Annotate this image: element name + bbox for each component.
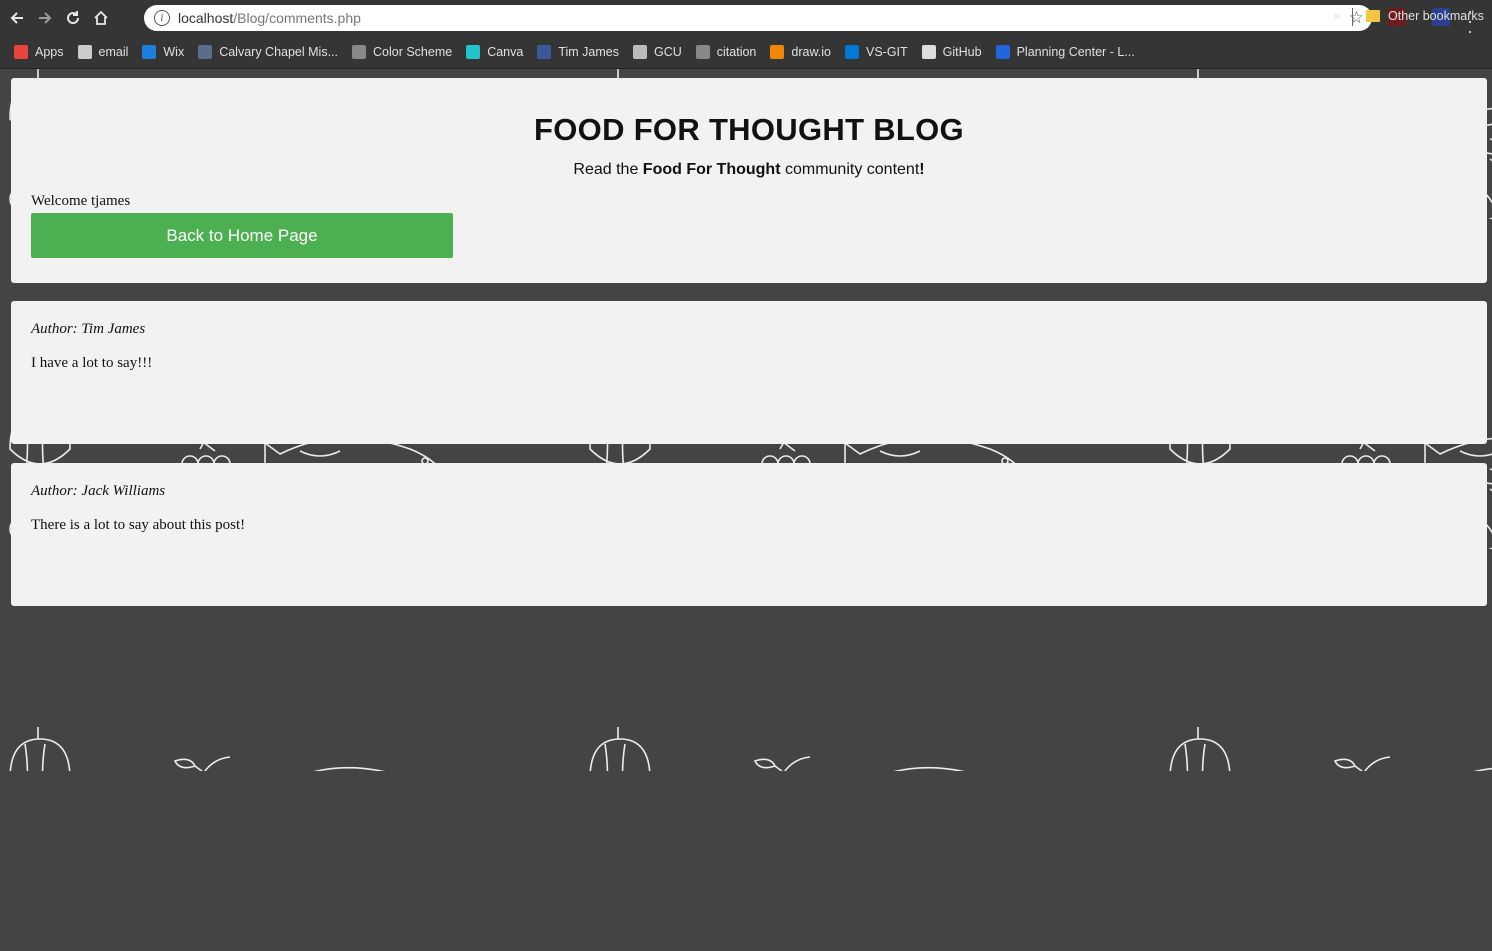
bookmark-item[interactable]: Planning Center - L... — [995, 45, 1135, 59]
other-bookmarks[interactable]: Other bookmarks — [1366, 0, 1484, 32]
comment-card: Author: Tim James I have a lot to say!!! — [11, 301, 1487, 444]
bookmark-item[interactable]: Canva — [466, 45, 523, 59]
bookmark-item[interactable]: VS-GIT — [845, 45, 908, 59]
bookmark-item[interactable]: GitHub — [921, 45, 982, 59]
page-subtitle: Read the Food For Thought community cont… — [573, 161, 925, 178]
more-bookmarks-icon[interactable]: » — [1333, 8, 1340, 23]
bookmark-label: GitHub — [942, 45, 982, 59]
bookmark-favicon-icon — [995, 45, 1010, 59]
bookmark-item[interactable]: GCU — [633, 45, 682, 59]
bookmark-item[interactable]: citation — [695, 45, 757, 59]
bookmarks-bar: Apps email Wix Calvary Chapel Mis... Color S… — [0, 36, 1492, 69]
comment-card: Author: Jack Williams There is a lot to … — [11, 463, 1487, 606]
bookmark-item[interactable]: Calvary Chapel Mis... — [198, 45, 338, 59]
bookmark-label: Wix — [163, 45, 185, 59]
bookmark-favicon-icon — [77, 45, 92, 59]
welcome-message: Welcome tjames — [31, 193, 131, 209]
bookmark-label: Planning Center - L... — [1016, 45, 1135, 59]
other-bookmarks-label: Other bookmarks — [1388, 9, 1484, 23]
bookmark-item[interactable]: Tim James — [537, 45, 619, 59]
page-title: FOOD FOR THOUGHT BLOG — [534, 112, 964, 147]
bookmark-favicon-icon — [537, 45, 552, 59]
bookmark-label: Color Scheme — [373, 45, 453, 59]
page-content: FOOD FOR THOUGHT BLOG Read the Food For … — [0, 69, 1492, 951]
bookmarks-divider — [1352, 8, 1353, 26]
info-icon[interactable]: i — [154, 10, 170, 26]
header-panel: FOOD FOR THOUGHT BLOG Read the Food For … — [11, 78, 1487, 283]
bookmark-label: Canva — [487, 45, 524, 59]
folder-icon — [1366, 10, 1380, 22]
bookmark-favicon-icon — [770, 45, 785, 59]
bookmark-label: Calvary Chapel Mis... — [219, 45, 338, 59]
bookmark-favicon-icon — [14, 45, 28, 59]
reload-icon[interactable] — [62, 7, 84, 29]
comment-text: There is a lot to say about this post! — [31, 517, 246, 533]
bookmark-label: VS-GIT — [866, 45, 908, 59]
comment-author: Author: Jack Williams — [31, 483, 166, 499]
bookmark-label: Apps — [35, 45, 64, 59]
bookmark-favicon-icon — [845, 45, 859, 59]
bookmark-favicon-icon — [921, 45, 936, 59]
back-to-home-button[interactable]: Back to Home Page — [31, 213, 453, 258]
bookmark-label: GCU — [654, 45, 682, 59]
forward-icon[interactable] — [34, 7, 56, 29]
bookmark-favicon-icon — [695, 45, 710, 59]
bookmark-label: email — [98, 45, 129, 59]
back-icon[interactable] — [6, 7, 28, 29]
bookmark-item[interactable]: Wix — [142, 45, 184, 59]
bookmark-item[interactable]: Apps — [14, 45, 64, 59]
bookmark-item[interactable]: Color Scheme — [352, 45, 452, 59]
bookmark-favicon-icon — [466, 45, 481, 59]
bookmark-label: draw.io — [791, 45, 831, 59]
comment-text: I have a lot to say!!! — [31, 355, 153, 371]
bookmark-favicon-icon — [198, 45, 213, 59]
bookmark-item[interactable]: draw.io — [770, 45, 831, 59]
home-icon[interactable] — [90, 7, 112, 29]
bookmark-label: Tim James — [558, 45, 619, 59]
comment-author: Author: Tim James — [31, 321, 146, 337]
bookmark-favicon-icon — [352, 45, 366, 59]
address-bar[interactable]: i localhost/Blog/comments.php ☆ — [144, 5, 1372, 31]
bookmark-favicon-icon — [142, 45, 157, 59]
bookmark-label: citation — [716, 45, 757, 59]
bookmark-item[interactable]: email — [77, 45, 129, 59]
bookmark-favicon-icon — [633, 45, 647, 59]
url-text[interactable]: localhost/Blog/comments.php — [178, 10, 361, 26]
